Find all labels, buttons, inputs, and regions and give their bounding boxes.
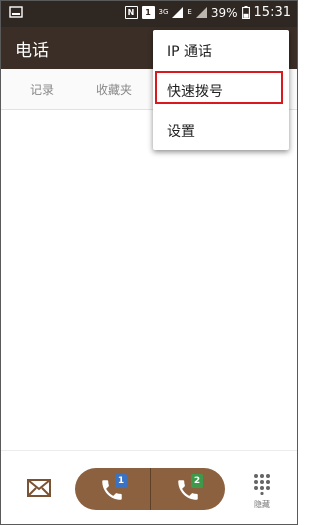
network-3g-label: 3G	[158, 8, 169, 16]
call-button-group: 1 2	[75, 468, 225, 510]
battery-percent: 39%	[210, 5, 238, 20]
envelope-icon	[27, 479, 51, 497]
keypad-label: 隐藏	[254, 500, 270, 509]
gallery-notification-icon	[9, 6, 23, 21]
tab-logs[interactable]: 记录	[30, 81, 54, 98]
keypad-icon	[254, 474, 270, 495]
phone-app-screen: N 1 3G E 39% 15:31 电话 记录 收藏夹 1 2 隐藏 IP 通…	[0, 0, 298, 525]
tab-favorites[interactable]: 收藏夹	[96, 81, 132, 98]
status-bar: N 1 3G E 39% 15:31	[1, 1, 297, 27]
overflow-menu: IP 通话 快速拨号 设置	[153, 30, 289, 150]
signal-sim2-icon	[195, 7, 207, 18]
sim-1-badge: 1	[115, 474, 127, 488]
call-sim2-button[interactable]: 2	[150, 468, 225, 510]
clock: 15:31	[253, 5, 291, 20]
nfc-icon: N	[124, 6, 138, 19]
menu-item-settings[interactable]: 设置	[153, 110, 289, 150]
bottom-action-bar: 1 2 隐藏	[1, 450, 297, 524]
menu-item-speed-dial[interactable]: 快速拨号	[153, 70, 289, 110]
battery-icon	[241, 6, 250, 19]
call-sim1-button[interactable]: 1	[75, 468, 150, 510]
status-icons: N 1 3G E 39% 15:31	[124, 5, 291, 20]
signal-sim1-icon	[172, 7, 184, 18]
menu-item-label: 快速拨号	[167, 84, 223, 100]
menu-item-label: IP 通话	[167, 44, 213, 60]
menu-item-ip-call[interactable]: IP 通话	[153, 30, 289, 70]
call-log-list	[1, 110, 297, 450]
hide-keypad-button[interactable]: 隐藏	[247, 471, 277, 511]
sim-1-icon: 1	[141, 6, 155, 19]
menu-item-label: 设置	[167, 124, 195, 140]
network-e-label: E	[187, 8, 192, 16]
sim-2-badge: 2	[191, 474, 203, 488]
page-title: 电话	[15, 41, 49, 61]
message-button[interactable]	[27, 479, 51, 497]
